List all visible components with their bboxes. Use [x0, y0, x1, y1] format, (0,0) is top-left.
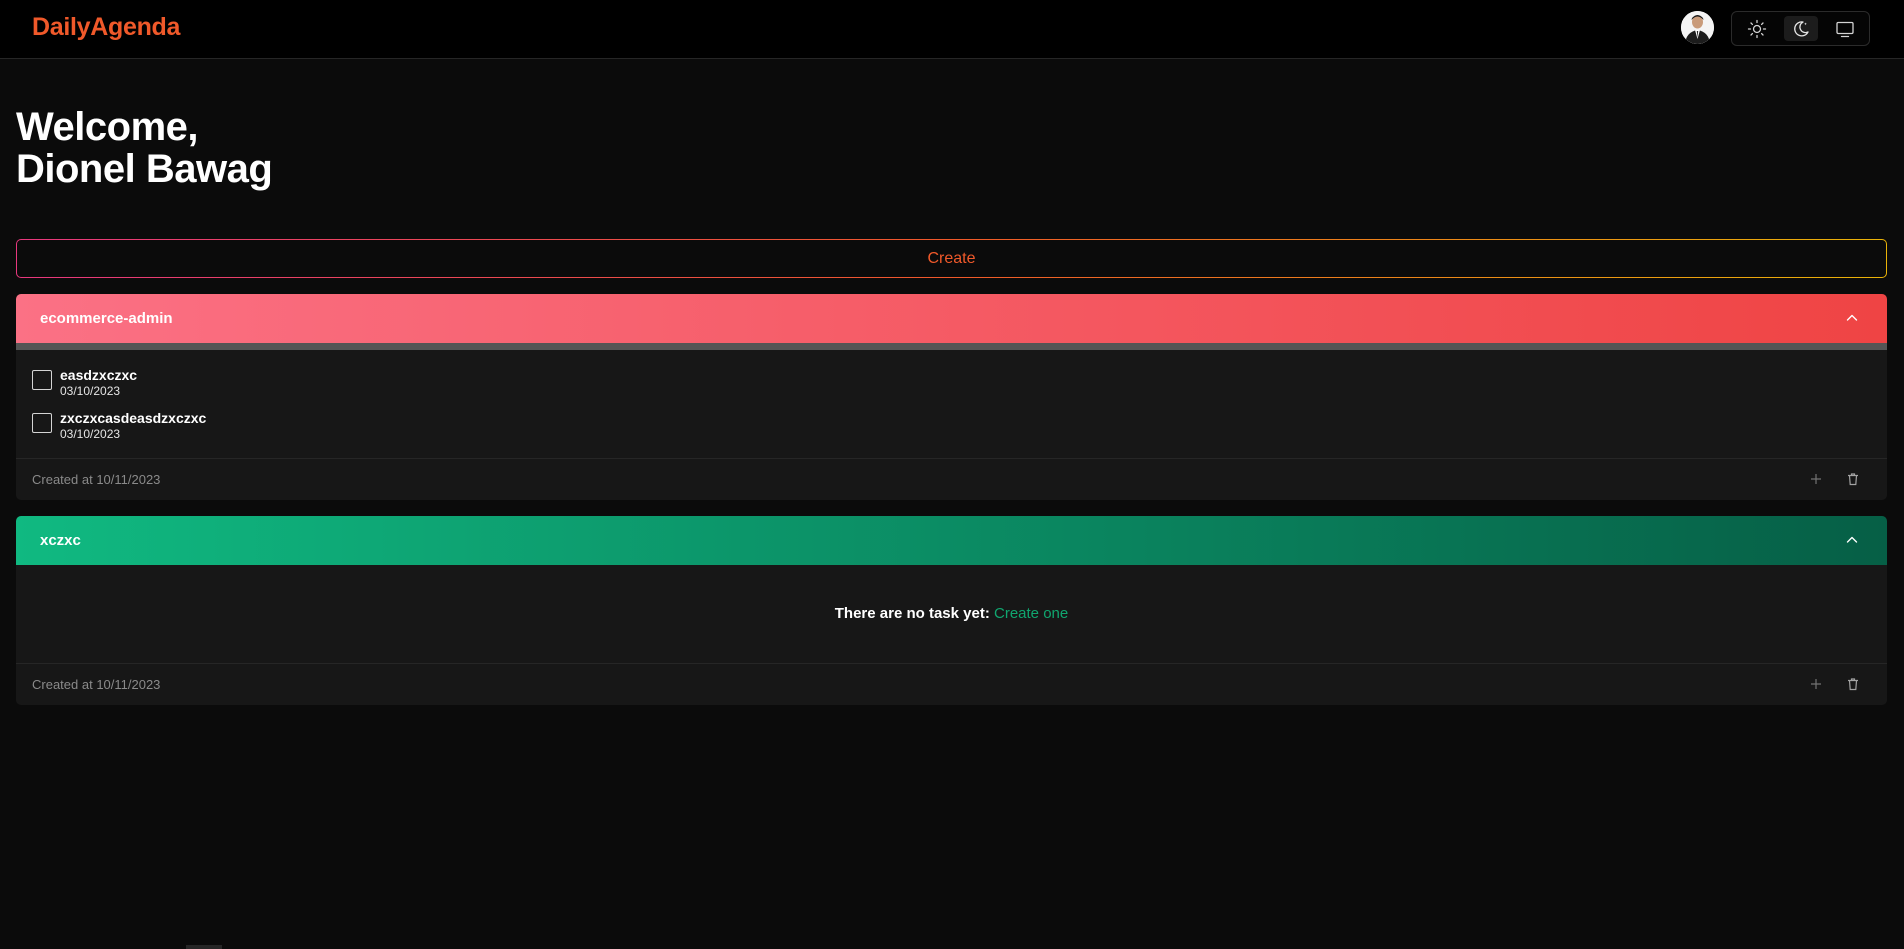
- moon-icon: [1794, 20, 1809, 37]
- create-task-link[interactable]: Create one: [994, 605, 1068, 622]
- empty-tasks-text: There are no task yet:: [834, 605, 990, 622]
- empty-tasks-message: There are no task yet: Create one: [16, 605, 1887, 622]
- created-at-label: Created at 10/11/2023: [32, 677, 161, 692]
- delete-agenda-button[interactable]: [1844, 675, 1862, 693]
- theme-switcher: [1731, 11, 1870, 46]
- task-name: easdzxczxc: [60, 367, 138, 383]
- add-task-button[interactable]: [1807, 470, 1825, 488]
- chevron-up-icon[interactable]: [1845, 311, 1859, 325]
- agenda-card: xczxc There are no task yet: Create one …: [16, 516, 1887, 705]
- plus-icon: [1811, 679, 1821, 689]
- created-at-label: Created at 10/11/2023: [32, 472, 161, 487]
- task-checkbox[interactable]: [32, 413, 52, 433]
- avatar-image: [1681, 11, 1714, 44]
- agenda-title: xczxc: [40, 532, 81, 549]
- create-button-label: Create: [17, 240, 1886, 277]
- task-checkbox[interactable]: [32, 370, 52, 390]
- plus-icon: [1811, 474, 1821, 484]
- brand-logo[interactable]: DailyAgenda: [32, 13, 180, 42]
- theme-dark-button[interactable]: [1784, 16, 1818, 41]
- welcome-user-name: Dionel Bawag: [16, 147, 273, 191]
- sun-icon: [1747, 19, 1767, 38]
- task-date: 03/10/2023: [60, 427, 121, 441]
- welcome-greeting: Welcome,: [16, 105, 199, 149]
- agenda-progress-bar: [16, 343, 1887, 350]
- welcome-heading: Welcome, Dionel Bawag: [16, 105, 273, 191]
- trash-icon: [1848, 473, 1858, 486]
- top-bar: DailyAgenda: [0, 0, 1904, 59]
- agenda-card-header[interactable]: xczxc: [16, 516, 1887, 565]
- agenda-title: ecommerce-admin: [40, 310, 173, 327]
- scrollbar-thumb[interactable]: [186, 945, 222, 949]
- theme-system-button[interactable]: [1828, 16, 1862, 41]
- monitor-icon: [1836, 21, 1854, 37]
- agenda-card: ecommerce-admin easdzxczxc 03/10/2023 zx…: [16, 294, 1887, 500]
- create-agenda-button[interactable]: Create: [16, 239, 1887, 278]
- trash-icon: [1848, 678, 1858, 691]
- avatar[interactable]: [1681, 11, 1714, 44]
- chevron-up-icon[interactable]: [1845, 533, 1859, 547]
- delete-agenda-button[interactable]: [1844, 470, 1862, 488]
- add-task-button[interactable]: [1807, 675, 1825, 693]
- agenda-card-header[interactable]: ecommerce-admin: [16, 294, 1887, 343]
- task-name: zxczxcasdeasdzxczxc: [60, 410, 207, 426]
- agenda-card-footer: Created at 10/11/2023: [16, 663, 1887, 704]
- task-date: 03/10/2023: [60, 384, 121, 398]
- agenda-card-footer: Created at 10/11/2023: [16, 458, 1887, 499]
- theme-light-button[interactable]: [1740, 16, 1774, 41]
